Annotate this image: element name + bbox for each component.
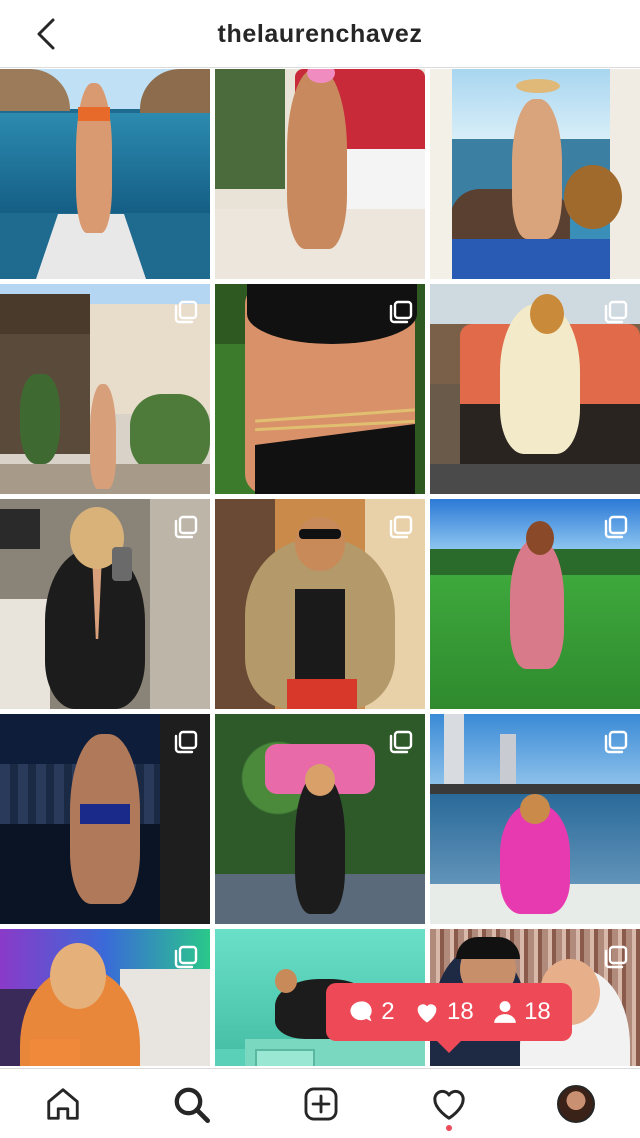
multiple-photos-icon — [604, 945, 628, 969]
new-post-icon — [304, 1087, 338, 1121]
likes-count-value: 18 — [446, 998, 474, 1025]
post-tile[interactable] — [215, 284, 425, 494]
comment-icon — [350, 1001, 372, 1022]
multiple-photos-icon — [174, 515, 198, 539]
multiple-photos-icon — [604, 730, 628, 754]
follows-count-value: 18 — [524, 998, 551, 1025]
post-tile[interactable] — [0, 929, 210, 1066]
post-tile[interactable] — [0, 284, 210, 494]
activity-button[interactable] — [428, 1083, 470, 1125]
search-button[interactable] — [170, 1083, 212, 1125]
person-icon — [494, 1001, 516, 1023]
post-thumbnail — [430, 69, 640, 279]
home-button[interactable] — [42, 1083, 84, 1125]
post-thumbnail — [0, 69, 210, 279]
activity-heart-icon — [433, 1089, 465, 1120]
new-post-button[interactable] — [300, 1083, 342, 1125]
post-tile[interactable] — [0, 714, 210, 924]
multiple-photos-icon — [389, 515, 413, 539]
activity-indicator-dot — [446, 1125, 452, 1131]
multiple-photos-icon — [174, 945, 198, 969]
heart-icon — [417, 1004, 437, 1023]
posts-grid — [0, 69, 640, 1066]
post-thumbnail — [215, 69, 425, 279]
top-bar: thelaurenchavez — [0, 0, 640, 68]
follows-count: 18 — [492, 998, 551, 1026]
multiple-photos-icon — [174, 730, 198, 754]
post-tile[interactable] — [215, 499, 425, 709]
post-tile[interactable] — [430, 69, 640, 279]
post-tile[interactable] — [0, 499, 210, 709]
multiple-photos-icon — [174, 300, 198, 324]
multiple-photos-icon — [604, 300, 628, 324]
search-icon — [174, 1087, 211, 1123]
home-icon — [47, 1088, 79, 1120]
post-tile[interactable] — [215, 714, 425, 924]
post-tile[interactable] — [0, 69, 210, 279]
profile-avatar — [557, 1085, 595, 1123]
multiple-photos-icon — [604, 515, 628, 539]
post-tile[interactable] — [430, 284, 640, 494]
activity-notification-popup[interactable]: 2 18 18 — [326, 983, 572, 1053]
bottom-navigation — [0, 1068, 640, 1138]
likes-count: 18 — [413, 998, 474, 1026]
comments-count: 2 — [347, 998, 395, 1026]
multiple-photos-icon — [389, 730, 413, 754]
profile-button[interactable] — [555, 1083, 597, 1125]
post-tile[interactable] — [430, 499, 640, 709]
post-tile[interactable] — [430, 714, 640, 924]
comments-count-value: 2 — [381, 998, 395, 1025]
multiple-photos-icon — [389, 300, 413, 324]
profile-username: thelaurenchavez — [217, 20, 423, 48]
post-tile[interactable] — [215, 69, 425, 279]
